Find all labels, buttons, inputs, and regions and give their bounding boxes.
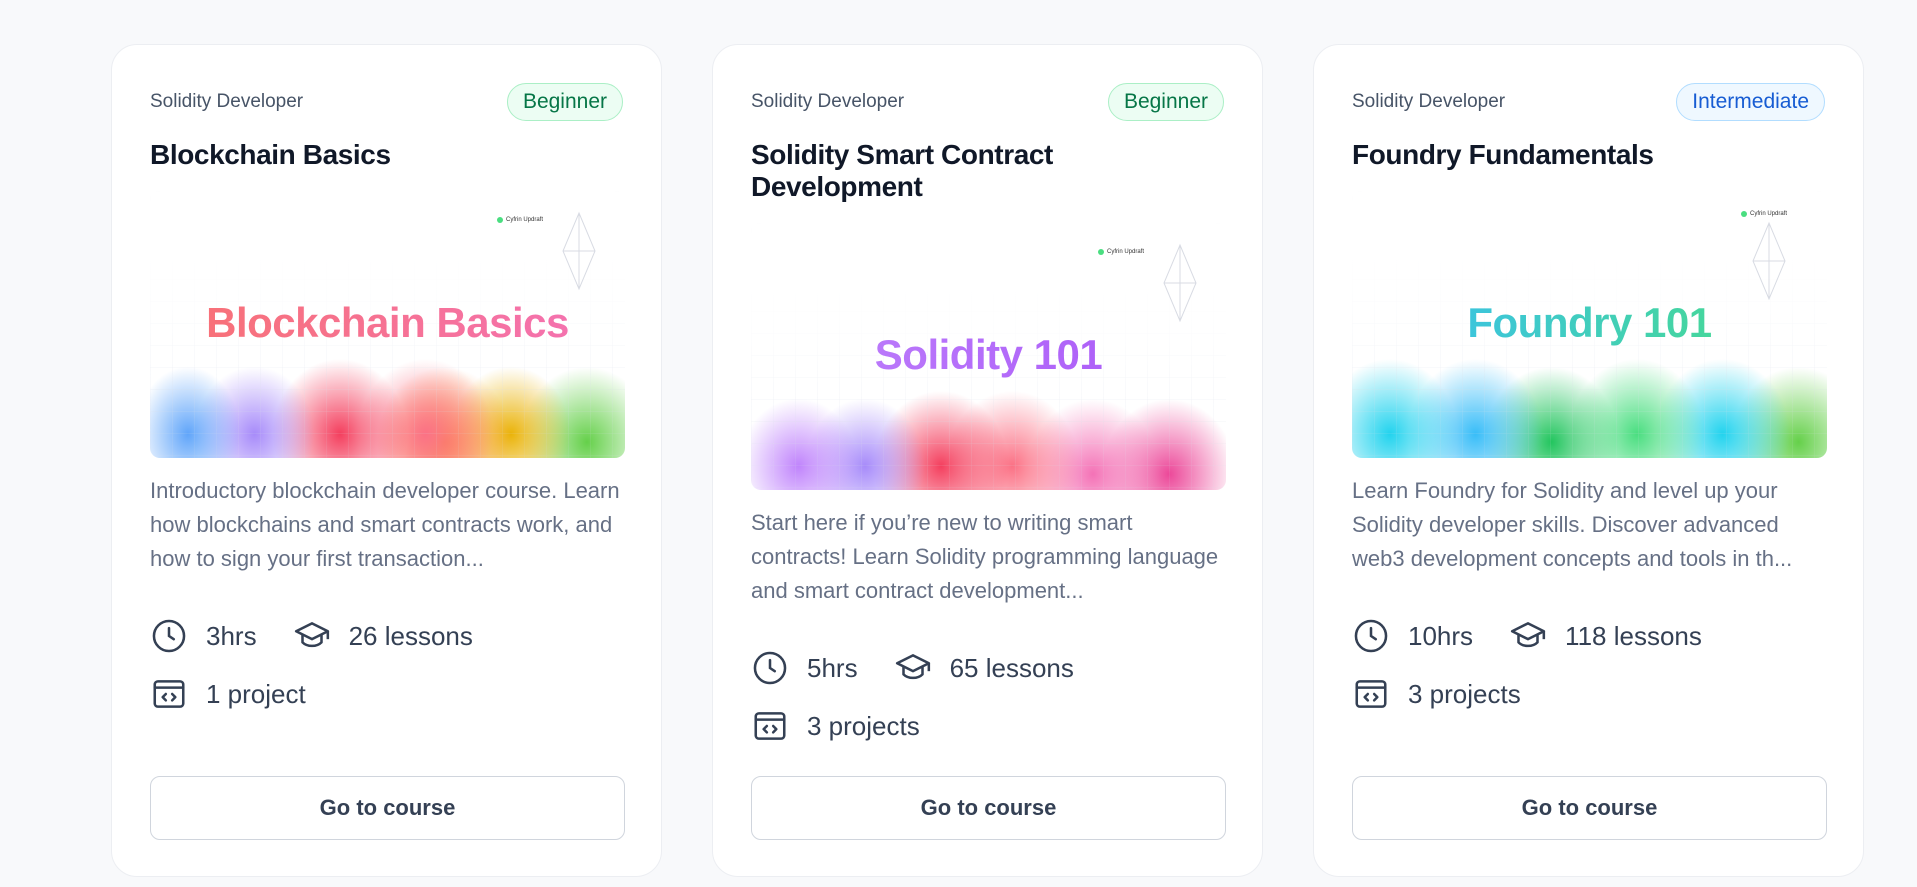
clock-icon bbox=[152, 619, 186, 653]
course-category: Solidity Developer bbox=[751, 91, 905, 112]
thumbnail-title: Foundry 101 bbox=[1352, 299, 1827, 347]
card-header: Solidity Developer Beginner bbox=[150, 83, 623, 121]
go-to-course-button[interactable]: Go to course bbox=[150, 776, 625, 840]
ethereum-outline-icon bbox=[1752, 221, 1786, 301]
ethereum-outline-icon bbox=[562, 211, 596, 291]
thumbnail-title: Blockchain Basics bbox=[150, 299, 625, 347]
project-count: 1 project bbox=[150, 675, 306, 713]
course-card: Solidity Developer Beginner Solidity Sma… bbox=[712, 44, 1263, 877]
duration: 3hrs bbox=[150, 617, 257, 655]
course-grid: Solidity Developer Beginner Blockchain B… bbox=[111, 44, 1864, 877]
course-meta: 3hrs 26 lessons 1 project bbox=[150, 618, 623, 712]
brand-logo: Cyfrin Updraft bbox=[1097, 249, 1144, 255]
go-to-course-button[interactable]: Go to course bbox=[751, 776, 1226, 840]
project-count: 3 projects bbox=[751, 707, 920, 745]
duration: 10hrs bbox=[1352, 617, 1473, 655]
course-category: Solidity Developer bbox=[150, 91, 304, 112]
brand-logo: Cyfrin Updraft bbox=[496, 217, 543, 223]
course-title: Foundry Fundamentals bbox=[1352, 139, 1654, 170]
course-description: Start here if you’re new to writing smar… bbox=[751, 510, 1219, 603]
lesson-count: 65 lessons bbox=[894, 649, 1074, 687]
course-category: Solidity Developer bbox=[1352, 91, 1506, 112]
go-to-course-button[interactable]: Go to course bbox=[1352, 776, 1827, 840]
graduation-cap-icon bbox=[294, 622, 329, 648]
card-header: Solidity Developer Intermediate bbox=[1352, 83, 1825, 121]
code-window-icon bbox=[153, 680, 185, 708]
lesson-count: 118 lessons bbox=[1509, 617, 1702, 655]
graduation-cap-icon bbox=[895, 654, 930, 680]
clock-icon bbox=[1354, 619, 1388, 653]
lesson-count: 26 lessons bbox=[293, 617, 473, 655]
course-thumbnail: Cyfrin Updraft Blockchain Basics bbox=[150, 191, 625, 458]
course-meta: 5hrs 65 lessons 3 projects bbox=[751, 650, 1224, 744]
level-badge: Intermediate bbox=[1676, 83, 1825, 121]
duration: 5hrs bbox=[751, 649, 858, 687]
graduation-cap-icon bbox=[1510, 622, 1546, 648]
course-card: Solidity Developer Intermediate Foundry … bbox=[1313, 44, 1864, 877]
level-badge: Beginner bbox=[1107, 83, 1224, 121]
code-window-icon bbox=[1355, 680, 1387, 708]
course-thumbnail: Cyfrin Updraft Solidity 101 bbox=[751, 223, 1226, 490]
course-description: Introductory blockchain developer course… bbox=[150, 478, 620, 571]
ethereum-outline-icon bbox=[1163, 243, 1197, 323]
course-thumbnail: Cyfrin Updraft Foundry 101 bbox=[1352, 191, 1827, 458]
project-count: 3 projects bbox=[1352, 675, 1521, 713]
card-header: Solidity Developer Beginner bbox=[751, 83, 1224, 121]
clock-icon bbox=[753, 651, 787, 685]
brand-logo: Cyfrin Updraft bbox=[1740, 211, 1787, 217]
level-badge: Beginner bbox=[506, 83, 623, 121]
course-title: Solidity Smart Contract Development bbox=[751, 139, 1053, 202]
thumbnail-title: Solidity 101 bbox=[751, 331, 1226, 379]
course-title: Blockchain Basics bbox=[150, 139, 391, 170]
code-window-icon bbox=[754, 712, 786, 740]
course-description: Learn Foundry for Solidity and level up … bbox=[1352, 478, 1793, 571]
course-card: Solidity Developer Beginner Blockchain B… bbox=[111, 44, 662, 877]
course-meta: 10hrs 118 lessons 3 projects bbox=[1352, 618, 1825, 712]
